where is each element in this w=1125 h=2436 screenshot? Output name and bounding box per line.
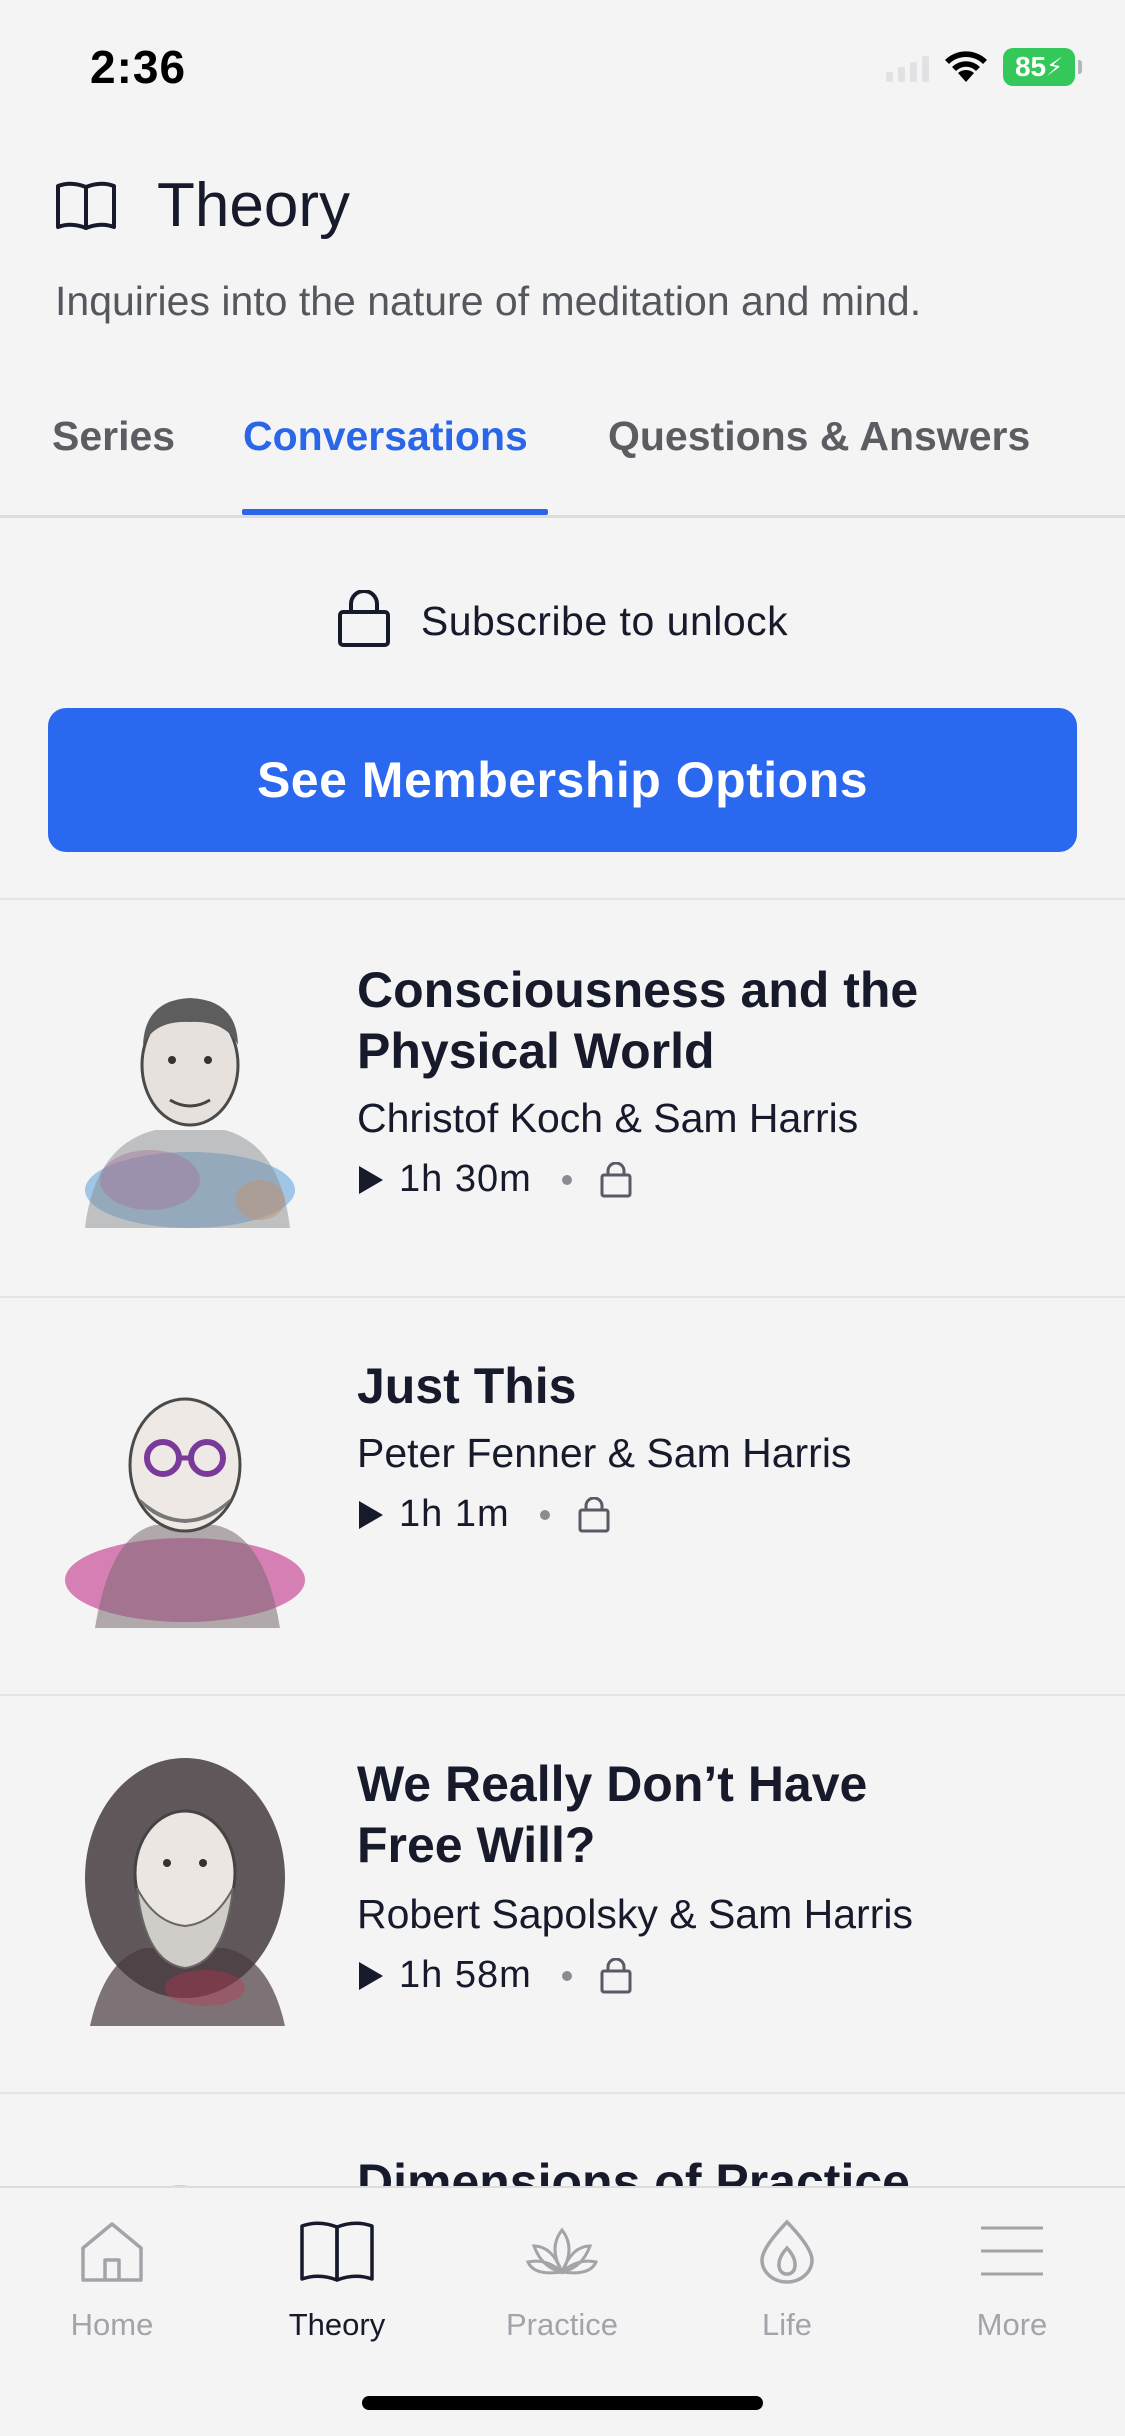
page-subtitle: Inquiries into the nature of meditation … [55, 278, 922, 324]
speaker-portrait [55, 1758, 315, 2028]
play-icon [357, 1499, 399, 1531]
tabbar-label: Theory [288, 2307, 386, 2342]
tabbar-label: Home [70, 2307, 154, 2342]
conversation-speakers: Robert Sapolsky & Sam Harris [357, 1891, 913, 1937]
lock-icon [600, 1957, 632, 1994]
tabbar-label: More [976, 2307, 1048, 2342]
menu-icon [979, 2218, 1045, 2289]
battery-icon: 85 ⚡ [1003, 48, 1082, 86]
speaker-portrait [55, 2158, 315, 2186]
page-header: Theory [55, 170, 350, 241]
duration: 1h 30m [399, 1158, 532, 1200]
conversation-title: Just This [357, 1358, 577, 1414]
tab-conversations[interactable]: Conversations [243, 413, 528, 460]
tabbar-life[interactable]: Life [707, 2218, 867, 2343]
status-time: 2:36 [90, 41, 187, 93]
subscribe-banner: Subscribe to unlock [0, 589, 1125, 653]
tabbar-home[interactable]: Home [32, 2218, 192, 2343]
lock-icon [600, 1161, 632, 1198]
cellular-signal-icon [886, 52, 929, 82]
conversation-speakers: Peter Fenner & Sam Harris [357, 1430, 852, 1476]
section-tabs: Series Conversations Questions & Answers [0, 395, 1125, 518]
conversation-title: Consciousness and the Physical World [357, 962, 919, 1079]
duration: 1h 58m [399, 1954, 532, 1996]
separator-dot [561, 1174, 572, 1185]
wifi-icon [943, 50, 989, 84]
active-tab-indicator [242, 509, 548, 515]
book-icon [299, 2218, 375, 2289]
separator-dot [539, 1509, 550, 1520]
battery-level: 85 [1014, 51, 1047, 82]
conversation-item[interactable]: Just This Peter Fenner & Sam Harris 1h 1… [0, 1298, 1125, 1694]
tab-questions-answers[interactable]: Questions & Answers [608, 413, 1030, 460]
conversation-speakers: Christof Koch & Sam Harris [357, 1095, 859, 1141]
play-icon [357, 1960, 399, 1992]
tabbar-practice[interactable]: Practice [482, 2218, 642, 2343]
lock-icon [578, 1496, 610, 1533]
home-indicator[interactable] [362, 2396, 763, 2410]
conversation-item[interactable]: We Really Don’t Have Free Will? Robert S… [0, 1696, 1125, 2092]
conversation-meta: 1h 30m [357, 1158, 632, 1201]
status-indicators: 85 ⚡ [886, 48, 1082, 86]
status-bar: 2:36 85 ⚡ [0, 0, 1125, 140]
drop-icon [754, 2218, 820, 2289]
page-title: Theory [157, 171, 350, 240]
conversation-meta: 1h 58m [357, 1954, 632, 1997]
see-membership-options-button[interactable]: See Membership Options [48, 708, 1077, 852]
tabbar-label: Life [762, 2307, 812, 2342]
home-icon [79, 2218, 145, 2289]
conversation-title: Dimensions of Practice [357, 2154, 910, 2186]
tabbar-more[interactable]: More [932, 2218, 1092, 2343]
subscribe-text: Subscribe to unlock [420, 598, 789, 644]
duration: 1h 1m [399, 1493, 510, 1535]
lock-icon [337, 589, 391, 653]
play-icon [357, 1164, 399, 1196]
speaker-portrait [55, 1360, 315, 1630]
lotus-icon [524, 2218, 600, 2289]
conversation-item[interactable]: Consciousness and the Physical World Chr… [0, 900, 1125, 1296]
speaker-portrait [55, 960, 315, 1230]
tab-series[interactable]: Series [52, 413, 175, 460]
separator-dot [561, 1970, 572, 1981]
conversation-item[interactable]: Dimensions of Practice [0, 2094, 1125, 2186]
conversation-meta: 1h 1m [357, 1493, 610, 1536]
tabbar-label: Practice [506, 2307, 618, 2342]
book-icon [55, 180, 117, 232]
tabbar-theory[interactable]: Theory [257, 2218, 417, 2343]
conversation-title: We Really Don’t Have Free Will? [357, 1756, 868, 1873]
